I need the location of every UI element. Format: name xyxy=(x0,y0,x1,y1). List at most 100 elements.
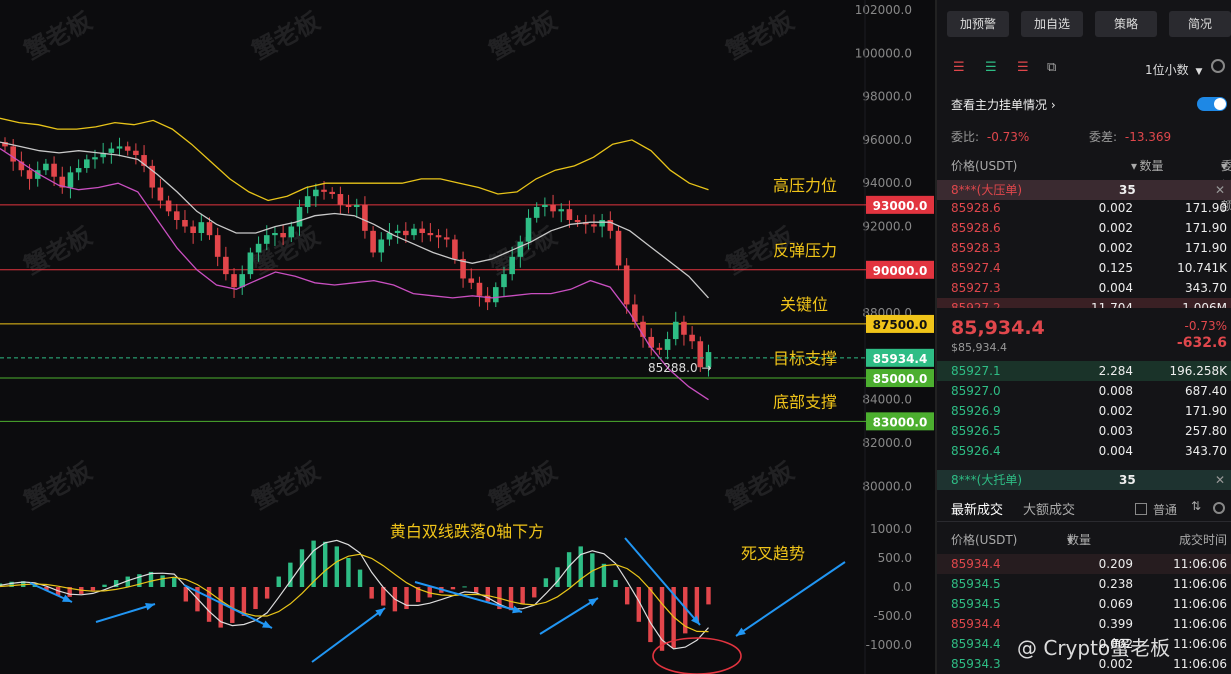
qty-cell: 0.004 xyxy=(1098,281,1133,295)
big-buy-order[interactable]: 8***(大托单) 35 ✕ xyxy=(937,470,1231,490)
candle-body xyxy=(133,150,139,156)
macd-dea-line xyxy=(0,553,709,633)
candle-body xyxy=(296,207,303,227)
ask-row[interactable]: 85928.3 0.002 171.90 xyxy=(937,238,1231,258)
popout-icon[interactable]: ⧉ xyxy=(1047,60,1056,75)
ask-row[interactable]: 85928.6 0.002 171.90 xyxy=(937,218,1231,238)
candle-body xyxy=(345,204,352,208)
close-icon[interactable]: ✕ xyxy=(1215,470,1225,490)
candle-body xyxy=(75,168,82,173)
low-marker-label: 85288.0 → xyxy=(648,361,712,375)
price-cell: 85927.1 xyxy=(951,364,1001,378)
settings-icon[interactable] xyxy=(1211,59,1225,73)
alert-button[interactable]: 加预警 xyxy=(947,11,1009,37)
level-tag-label: 90000.0 xyxy=(873,264,928,278)
settings-icon[interactable] xyxy=(1213,502,1225,514)
qty-unit-select[interactable]: 数量 (BTC) ▾ xyxy=(1057,156,1164,193)
candle-body xyxy=(656,347,663,350)
ask-row[interactable]: 85927.3 0.004 343.70 xyxy=(937,278,1231,298)
mid-price-usd: $85,934.4 xyxy=(951,341,1007,354)
candle-body xyxy=(182,220,188,227)
main-orders-toggle[interactable] xyxy=(1197,97,1227,111)
bid-row[interactable]: 85926.4 0.004 343.70 xyxy=(937,441,1231,461)
both-sides-icon[interactable]: ☰ xyxy=(953,60,965,75)
tab-latest-trades[interactable]: 最新成交 xyxy=(951,499,1003,518)
buy-side-icon[interactable]: ☰ xyxy=(985,60,997,75)
macd-bar xyxy=(346,558,351,587)
third-cell: 343.70 xyxy=(1185,444,1227,458)
qty-cell: 0.003 xyxy=(1098,424,1133,438)
macd-bar xyxy=(450,587,456,590)
level-tag-label: 93000.0 xyxy=(873,199,928,213)
macd-bar xyxy=(648,587,653,643)
trade-qty-select[interactable]: 数量(BTC) ▾ xyxy=(1067,530,1100,567)
level-annotation: 反弹压力 xyxy=(773,241,837,260)
macd-bar xyxy=(485,587,491,602)
candle-body xyxy=(517,241,524,257)
macd-tick-label: 1000.0 xyxy=(870,522,912,536)
big-sell-order[interactable]: 8***(大压单) 35 ✕ xyxy=(937,180,1231,200)
watermark-text: 蟹老板 xyxy=(20,456,98,515)
third-cell: 11:06:06 xyxy=(1173,617,1227,631)
ask-row[interactable]: 85927.4 0.125 10.741K xyxy=(937,258,1231,278)
third-cell: 171.90 xyxy=(1185,404,1227,418)
macd-bar xyxy=(241,587,247,616)
candle-body xyxy=(255,243,262,253)
sell-side-icon[interactable]: ☰ xyxy=(1017,60,1029,75)
candle-body xyxy=(558,209,565,212)
macd-bar xyxy=(299,549,305,587)
candle-body xyxy=(591,224,597,227)
trade-row[interactable]: 85934.5 0.069 11:06:06 xyxy=(937,594,1231,614)
qty-cell: 0.002 xyxy=(1098,404,1133,418)
overview-button[interactable]: 简况 xyxy=(1169,11,1231,37)
qty-cell: 0.069 xyxy=(1098,597,1133,611)
bid-row[interactable]: 85926.5 0.003 257.80 xyxy=(937,421,1231,441)
bid-row[interactable]: 85926.9 0.002 171.90 xyxy=(937,401,1231,421)
price-cell: 85926.4 xyxy=(951,444,1001,458)
candle-body xyxy=(623,265,630,305)
price-tick-label: 84000.0 xyxy=(862,393,912,407)
trade-row[interactable]: 85934.4 0.399 11:06:06 xyxy=(937,614,1231,634)
cross-highlight-ellipse xyxy=(652,637,742,674)
macd-bar xyxy=(276,576,281,587)
orderbook-header: 价格(USDT) 数量 (BTC) ▾ 委托额 ▾ xyxy=(937,156,1231,213)
bid-row[interactable]: 85927.0 0.008 687.40 xyxy=(937,381,1231,401)
candle-body xyxy=(525,217,532,242)
close-icon[interactable]: ✕ xyxy=(1215,180,1225,200)
level-annotation: 底部支撑 xyxy=(773,392,837,411)
ask-row[interactable]: 85928.6 0.002 171.90 xyxy=(937,198,1231,218)
chevron-right-icon: › xyxy=(1047,98,1056,112)
price-tick-label: 100000.0 xyxy=(855,46,912,60)
bid-row[interactable]: 85927.1 2.284 196.258K xyxy=(937,361,1231,381)
trade-row[interactable]: 85934.5 0.238 11:06:06 xyxy=(937,574,1231,594)
watermark-text: 蟹老板 xyxy=(485,456,563,515)
watchlist-button[interactable]: 加自选 xyxy=(1021,11,1083,37)
price-cell: 85934.5 xyxy=(951,577,1001,591)
candle-body xyxy=(173,211,180,221)
qty-cell: 0.008 xyxy=(1098,384,1133,398)
main-orders-toggle-label[interactable]: 查看主力挂单情况 › xyxy=(951,96,1056,113)
candle-body xyxy=(304,196,311,208)
price-tick-label: 96000.0 xyxy=(862,133,912,147)
macd-bar xyxy=(706,587,711,605)
sort-icon[interactable]: ⇅ xyxy=(1191,499,1201,513)
blue-arrow xyxy=(539,597,599,635)
watermark-text: 蟹老板 xyxy=(485,6,563,65)
chart-area[interactable]: 蟹老板蟹老板蟹老板蟹老板蟹老板蟹老板蟹老板蟹老板蟹老板蟹老板蟹老板蟹老板1020… xyxy=(0,0,935,674)
tab-large-trades[interactable]: 大额成交 xyxy=(1023,499,1075,518)
normal-label: 普通 xyxy=(1153,503,1178,517)
normal-checkbox[interactable] xyxy=(1135,503,1147,515)
strategy-button[interactable]: 策略 xyxy=(1095,11,1157,37)
price-cell: 85927.3 xyxy=(951,281,1001,295)
qty-cell: 0.399 xyxy=(1098,617,1133,631)
decimal-select[interactable]: 1位小数 ▼ xyxy=(1145,61,1202,78)
macd-tick-label: -500.0 xyxy=(873,609,912,623)
third-cell: 11:06:06 xyxy=(1173,557,1227,571)
price-cell: 85934.4 xyxy=(951,637,1001,651)
macd-bar xyxy=(323,541,328,587)
candlestick-chart[interactable]: 蟹老板蟹老板蟹老板蟹老板蟹老板蟹老板蟹老板蟹老板蟹老板蟹老板蟹老板蟹老板1020… xyxy=(0,0,935,674)
cross-annotation: 死叉趋势 xyxy=(741,544,805,563)
candle-body xyxy=(313,189,319,197)
trade-row[interactable]: 85934.4 0.209 11:06:06 xyxy=(937,554,1231,574)
total-unit-select[interactable]: 委托额 ▾ xyxy=(1221,156,1231,213)
